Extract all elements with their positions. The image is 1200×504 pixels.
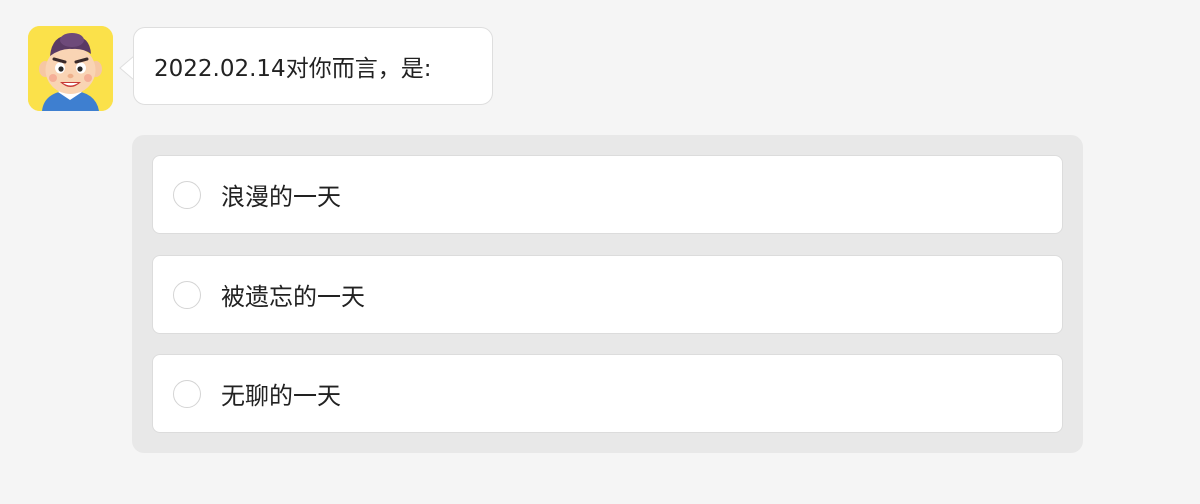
option-label: 被遗忘的一天: [221, 283, 365, 311]
option-label: 无聊的一天: [221, 382, 341, 410]
question-text: 2022.02.14对你而言，是:: [154, 56, 432, 82]
avatar: [28, 26, 113, 111]
option-label: 浪漫的一天: [221, 183, 341, 211]
option-card[interactable]: 无聊的一天: [152, 354, 1063, 433]
radio-button[interactable]: [173, 379, 201, 408]
option-card[interactable]: 被遗忘的一天: [152, 255, 1063, 334]
options-panel: 浪漫的一天 被遗忘的一天 无聊的一天: [132, 135, 1083, 453]
cartoon-boy-avatar-icon: [28, 26, 113, 111]
radio-button[interactable]: [173, 180, 201, 209]
question-bubble: 2022.02.14对你而言，是:: [133, 27, 493, 105]
option-card[interactable]: 浪漫的一天: [152, 155, 1063, 234]
radio-button[interactable]: [173, 280, 201, 309]
